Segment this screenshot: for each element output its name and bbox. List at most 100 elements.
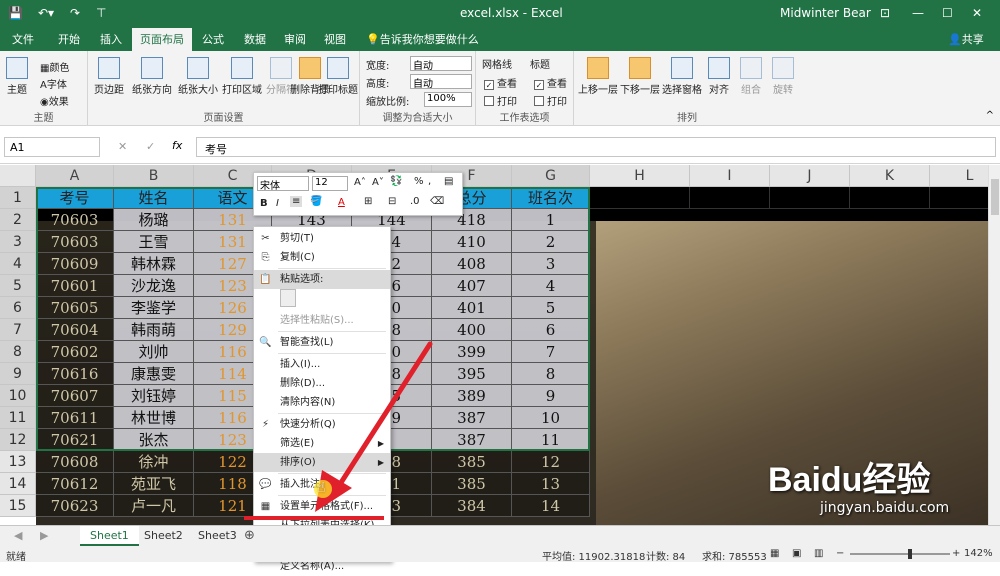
minimize-icon[interactable]: — — [912, 6, 924, 20]
data-cell[interactable]: 14 — [512, 495, 590, 517]
orientation-button[interactable]: 纸张方向 — [132, 57, 172, 96]
context-menu-item[interactable]: 删除(D)... — [254, 374, 390, 393]
header-cell[interactable]: 班名次 — [512, 187, 590, 209]
paste-option-icon[interactable] — [280, 289, 296, 307]
font-color-icon[interactable]: A — [338, 197, 345, 208]
context-menu-item[interactable]: 📋 粘贴选项: — [254, 270, 390, 289]
row-header-4[interactable]: 4 — [0, 253, 36, 275]
context-menu-item[interactable]: 筛选(E) ▶ — [254, 434, 390, 453]
row-header-10[interactable]: 10 — [0, 385, 36, 407]
collapse-ribbon-icon[interactable]: ^ — [986, 110, 994, 121]
row-header-7[interactable]: 7 — [0, 319, 36, 341]
context-menu-item[interactable]: ✂ 剪切(T) — [254, 229, 390, 248]
header-row-extension-cell[interactable] — [590, 187, 690, 209]
tell-me-search[interactable]: 💡告诉我你想要做什么 — [366, 31, 479, 47]
column-header-g[interactable]: G — [512, 165, 590, 187]
header-row-extension-cell[interactable] — [770, 187, 850, 209]
quick-access-menu-icon[interactable]: ⊤ — [96, 6, 106, 20]
prev-sheet-icon[interactable]: ◀ — [14, 529, 22, 542]
data-cell[interactable]: 杨璐 — [114, 209, 194, 231]
column-header-a[interactable]: A — [36, 165, 114, 187]
formula-input[interactable]: 考号 — [196, 137, 996, 157]
data-cell[interactable]: 387 — [432, 407, 512, 429]
print-area-button[interactable]: 打印区域 — [222, 57, 262, 96]
percent-icon[interactable]: % — [414, 176, 424, 187]
header-cell[interactable]: 考号 — [36, 187, 114, 209]
data-cell[interactable]: 11 — [512, 429, 590, 451]
ribbon-display-icon[interactable]: ⊡ — [880, 6, 890, 20]
data-cell[interactable]: 70621 — [36, 429, 114, 451]
enter-icon[interactable]: ✓ — [146, 140, 155, 153]
data-cell[interactable]: 王雪 — [114, 231, 194, 253]
data-cell[interactable]: 385 — [432, 473, 512, 495]
headings-view-checkbox[interactable]: ✓ 查看 — [534, 75, 567, 90]
rotate-button[interactable]: 旋转 — [772, 57, 794, 96]
cancel-icon[interactable]: ✕ — [118, 140, 127, 153]
data-cell[interactable]: 沙龙逸 — [114, 275, 194, 297]
column-header-j[interactable]: J — [770, 165, 850, 187]
group-button[interactable]: 组合 — [740, 57, 762, 96]
themes-button[interactable]: 主题 — [6, 57, 28, 96]
user-name[interactable]: Midwinter Bear — [780, 6, 871, 20]
tab-data[interactable]: 数据 — [244, 31, 266, 47]
data-cell[interactable]: 张杰 — [114, 429, 194, 451]
data-cell[interactable]: 70601 — [36, 275, 114, 297]
page-break-view-icon[interactable]: ▥ — [814, 548, 823, 559]
data-cell[interactable]: 13 — [512, 473, 590, 495]
data-cell[interactable]: 10 — [512, 407, 590, 429]
height-select[interactable]: 自动 — [410, 74, 472, 90]
tab-formulas[interactable]: 公式 — [202, 31, 224, 47]
bold-icon[interactable]: B — [260, 198, 268, 209]
data-cell[interactable]: 康惠雯 — [114, 363, 194, 385]
colors-button[interactable]: ▦颜色 — [40, 59, 69, 74]
tab-page-layout[interactable]: 页面布局 — [132, 28, 192, 51]
close-icon[interactable]: ✕ — [972, 6, 982, 20]
gridlines-print-checkbox[interactable]: 打印 — [484, 93, 517, 108]
normal-view-icon[interactable]: ▦ — [770, 548, 779, 559]
data-cell[interactable]: 70609 — [36, 253, 114, 275]
page-layout-view-icon[interactable]: ▣ — [792, 548, 801, 559]
context-menu-item[interactable]: 插入(I)... — [254, 355, 390, 374]
name-box[interactable]: A1 — [4, 137, 100, 157]
row-header-9[interactable]: 9 — [0, 363, 36, 385]
insert-function-icon[interactable]: fx — [172, 139, 182, 152]
header-cell[interactable]: 姓名 — [114, 187, 194, 209]
data-cell[interactable]: 70602 — [36, 341, 114, 363]
data-cell[interactable]: 5 — [512, 297, 590, 319]
next-sheet-icon[interactable]: ▶ — [40, 529, 48, 542]
size-button[interactable]: 纸张大小 — [178, 57, 218, 96]
format-painter-icon[interactable]: ▤ — [444, 176, 453, 187]
zoom-out-icon[interactable]: − — [836, 548, 844, 559]
data-cell[interactable]: 385 — [432, 451, 512, 473]
sheet-tab-1[interactable]: Sheet1 — [80, 526, 139, 546]
undo-icon[interactable]: ↶▾ — [38, 6, 54, 20]
zoom-level[interactable]: 142% — [964, 548, 993, 559]
tab-review[interactable]: 审阅 — [284, 31, 306, 47]
data-cell[interactable]: 408 — [432, 253, 512, 275]
row-header-12[interactable]: 12 — [0, 429, 36, 451]
selection-pane-button[interactable]: 选择窗格 — [662, 57, 702, 96]
context-menu-item[interactable]: ▦ 设置单元格格式(F)... — [254, 497, 390, 516]
data-cell[interactable]: 70604 — [36, 319, 114, 341]
header-row-extension-cell[interactable] — [690, 187, 770, 209]
data-cell[interactable]: 林世博 — [114, 407, 194, 429]
maximize-icon[interactable]: ☐ — [942, 6, 953, 20]
data-cell[interactable]: 12 — [512, 451, 590, 473]
print-titles-button[interactable]: 打印标题 — [318, 57, 358, 96]
data-cell[interactable]: 70603 — [36, 231, 114, 253]
data-cell[interactable]: 刘帅 — [114, 341, 194, 363]
zoom-slider[interactable] — [850, 553, 950, 555]
data-cell[interactable]: 1 — [512, 209, 590, 231]
tab-home[interactable]: 开始 — [58, 31, 80, 47]
scroll-thumb[interactable] — [991, 179, 999, 215]
fonts-button[interactable]: A字体 — [40, 76, 67, 91]
column-header-l[interactable]: L — [930, 165, 988, 187]
row-header-6[interactable]: 6 — [0, 297, 36, 319]
data-cell[interactable]: 384 — [432, 495, 512, 517]
new-sheet-icon[interactable]: ⊕ — [244, 528, 255, 543]
data-cell[interactable]: 徐冲 — [114, 451, 194, 473]
data-cell[interactable]: 6 — [512, 319, 590, 341]
vertical-scrollbar[interactable] — [988, 165, 1000, 525]
data-cell[interactable]: 399 — [432, 341, 512, 363]
save-icon[interactable]: 💾 — [8, 6, 23, 20]
